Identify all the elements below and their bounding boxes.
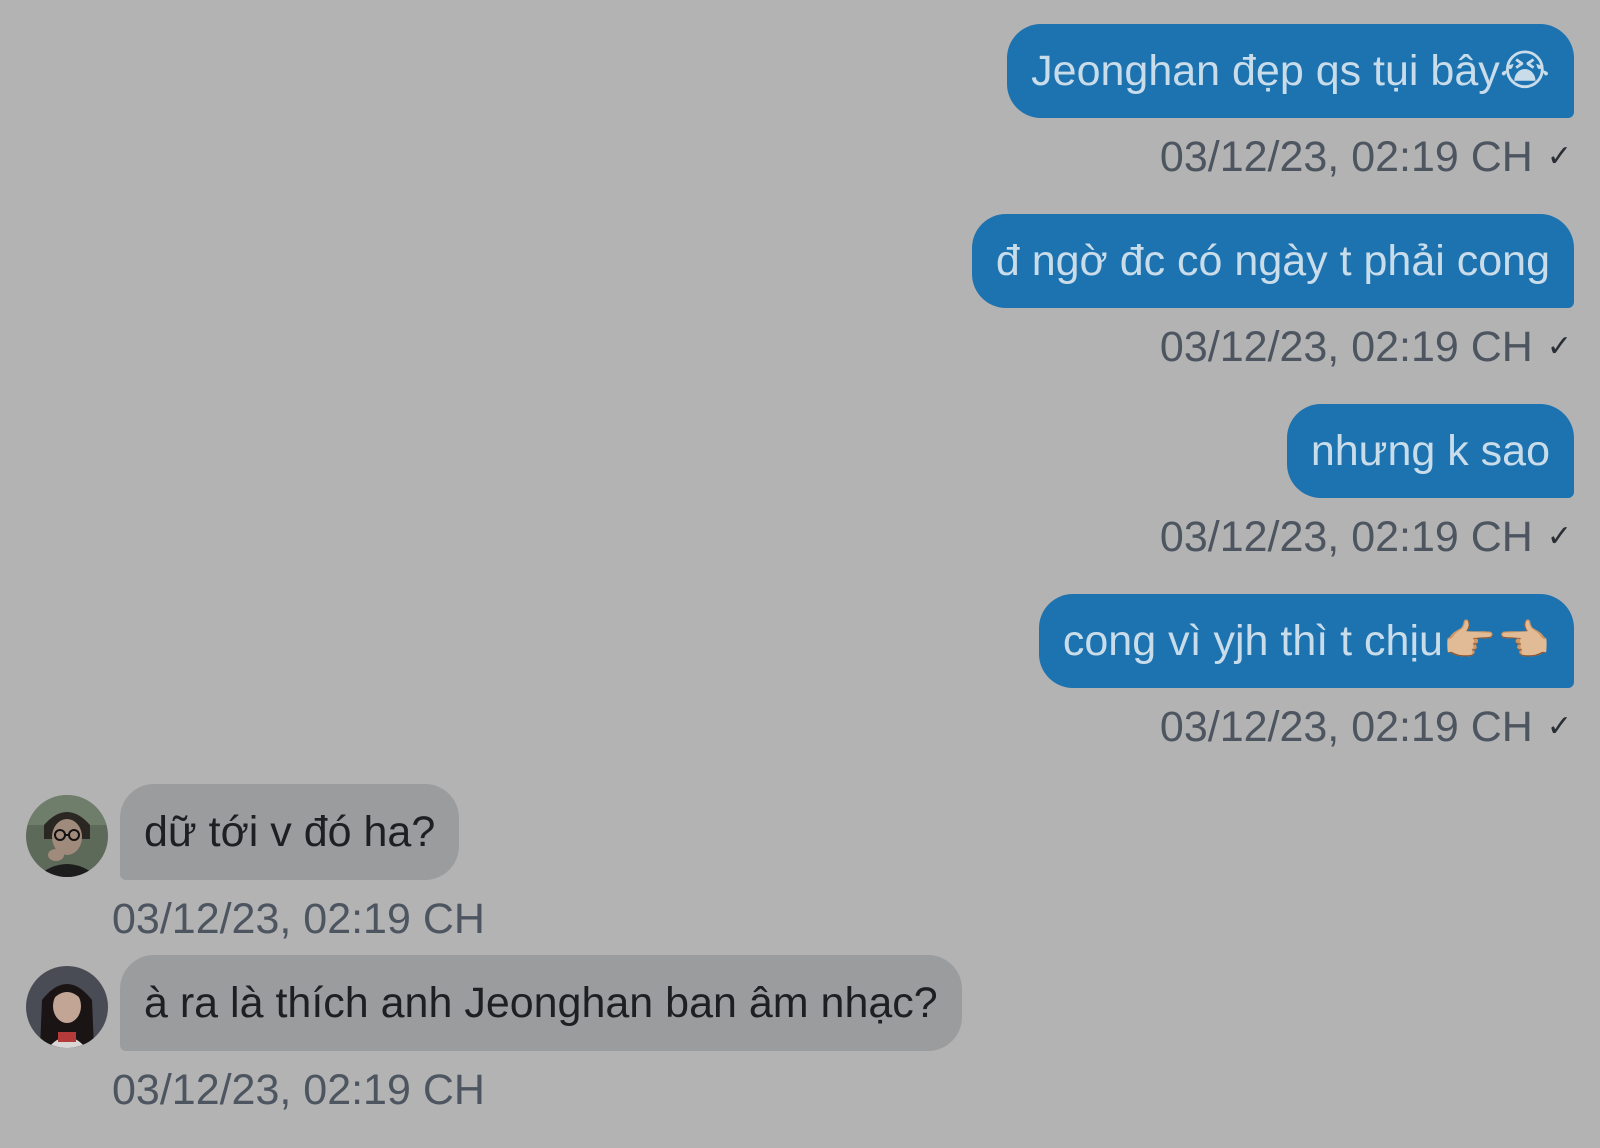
received-message-row: à ra là thích anh Jeonghan ban âm nhạc? <box>26 955 962 1051</box>
message-meta: 03/12/23, 02:19 CH ✓ <box>1160 698 1574 756</box>
sent-message[interactable]: đ ngờ đc có ngày t phải cong 03/12/23, 0… <box>971 214 1574 376</box>
sent-message-bubble[interactable]: cong vì yjh thì t chịu👉🏼👈🏼 <box>1038 594 1574 688</box>
message-timestamp: 03/12/23, 02:19 CH <box>1159 703 1533 751</box>
received-message-row: dữ tới v đó ha? <box>26 784 485 880</box>
received-message[interactable]: à ra là thích anh Jeonghan ban âm nhạc? … <box>26 955 962 1119</box>
sent-check-icon: ✓ <box>1546 330 1572 363</box>
received-message-bubble[interactable]: dữ tới v đó ha? <box>120 784 460 880</box>
message-meta: 03/12/23, 02:19 CH ✓ <box>1160 508 1574 566</box>
sent-message[interactable]: Jeonghan đẹp qs tụi bây😭 03/12/23, 02:19… <box>1007 24 1574 186</box>
message-timestamp: 03/12/23, 02:19 CH <box>112 895 485 943</box>
message-thread: Jeonghan đẹp qs tụi bây😭 03/12/23, 02:19… <box>0 0 1600 1148</box>
sent-message-bubble[interactable]: nhưng k sao <box>1286 404 1574 498</box>
avatar[interactable] <box>26 966 108 1048</box>
sent-check-icon: ✓ <box>1546 520 1572 553</box>
avatar-user-glasses-icon <box>26 795 108 877</box>
received-message-bubble[interactable]: à ra là thích anh Jeonghan ban âm nhạc? <box>120 955 962 1051</box>
sent-message-bubble[interactable]: Jeonghan đẹp qs tụi bây😭 <box>1007 24 1574 118</box>
message-timestamp: 03/12/23, 02:19 CH <box>1159 133 1533 181</box>
message-timestamp: 03/12/23, 02:19 CH <box>1159 323 1533 371</box>
sent-check-icon: ✓ <box>1546 140 1572 173</box>
avatar-user-long-hair-icon <box>26 966 108 1048</box>
sent-check-icon: ✓ <box>1546 710 1572 743</box>
sent-message-bubble[interactable]: đ ngờ đc có ngày t phải cong <box>971 214 1574 308</box>
sent-message[interactable]: nhưng k sao 03/12/23, 02:19 CH ✓ <box>1160 404 1574 566</box>
message-meta: 03/12/23, 02:19 CH ✓ <box>1160 318 1574 376</box>
message-meta: 03/12/23, 02:19 CH ✓ <box>1160 128 1574 186</box>
avatar[interactable] <box>26 795 108 877</box>
message-timestamp: 03/12/23, 02:19 CH <box>112 1066 485 1114</box>
message-timestamp: 03/12/23, 02:19 CH <box>1159 513 1533 561</box>
sent-message[interactable]: cong vì yjh thì t chịu👉🏼👈🏼 03/12/23, 02:… <box>1038 594 1574 756</box>
received-message[interactable]: dữ tới v đó ha? 03/12/23, 02:19 CH <box>26 784 485 948</box>
